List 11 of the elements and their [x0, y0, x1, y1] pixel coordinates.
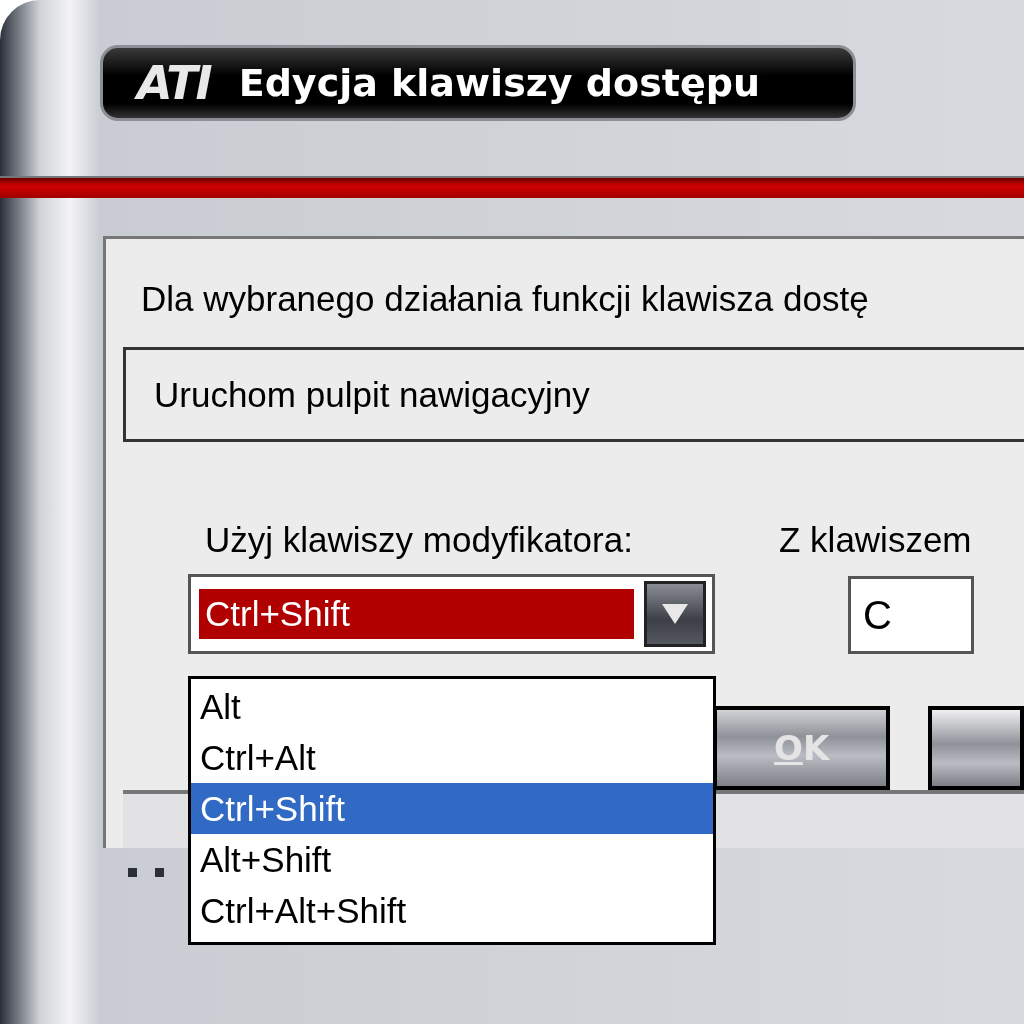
modifier-label: Użyj klawiszy modyfikatora:: [205, 520, 634, 561]
caret-icon: [662, 604, 688, 625]
button[interactable]: [928, 706, 1024, 791]
key-label: Z klawiszem: [779, 520, 972, 561]
instruction-text: Dla wybranego działania funkcji klawisza dostę: [140, 279, 870, 319]
dropdown-button[interactable]: [644, 581, 706, 648]
dropdown-option[interactable]: Ctrl+Shift: [191, 783, 713, 834]
key-field[interactable]: C: [848, 576, 974, 655]
window-title: Edycja klawiszy dostępu: [238, 61, 760, 105]
action-field[interactable]: Uruchom pulpit nawigacyjny: [123, 347, 1024, 443]
modifier-dropdown[interactable]: Ctrl+Shift: [188, 574, 715, 655]
